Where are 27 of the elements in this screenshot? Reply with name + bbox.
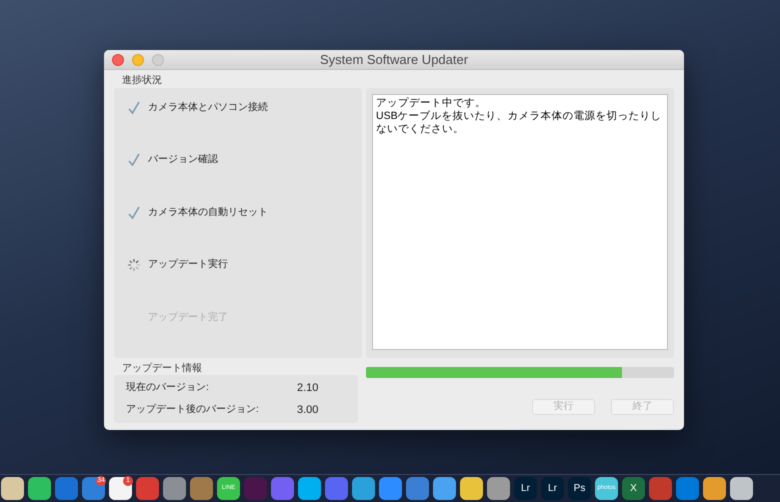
app-icon[interactable]: Ps <box>568 477 591 500</box>
app-icon[interactable] <box>433 477 456 500</box>
window-title: System Software Updater <box>320 50 468 69</box>
app-icon[interactable] <box>28 477 51 500</box>
app-icon[interactable] <box>82 477 105 500</box>
app-icon[interactable] <box>703 477 726 500</box>
step-label: カメラ本体とパソコン接続 <box>148 100 268 115</box>
version-value: 3.00 <box>297 403 318 418</box>
step-label: アップデート完了 <box>148 310 228 325</box>
info-label: 現在のバージョン: <box>126 380 210 394</box>
step-label: カメラ本体の自動リセット <box>148 206 268 220</box>
section-label: 進捗状況 <box>121 74 162 88</box>
app-icon[interactable] <box>487 477 510 500</box>
app-icon[interactable] <box>730 477 753 500</box>
app-icon[interactable]: X <box>622 477 645 500</box>
info-label: アップデート後のバージョン: <box>126 402 260 417</box>
close-button[interactable] <box>112 54 124 66</box>
app-icon[interactable] <box>298 477 321 500</box>
version-value: 2.10 <box>297 380 318 396</box>
app-icon[interactable] <box>1 477 24 500</box>
app-icon[interactable]: Lr <box>514 477 537 500</box>
app-icon[interactable]: Lr <box>541 477 564 500</box>
step-label: バージョン確認 <box>148 152 218 168</box>
section-label: アップデート情報 <box>121 362 202 375</box>
message-text: アップデート中です。 USBケーブルを抜いたり、カメラ本体の電源を切ったりしないでください。 <box>372 94 668 350</box>
step-label: アップデート実行 <box>148 258 228 272</box>
app-icon[interactable] <box>460 477 483 500</box>
